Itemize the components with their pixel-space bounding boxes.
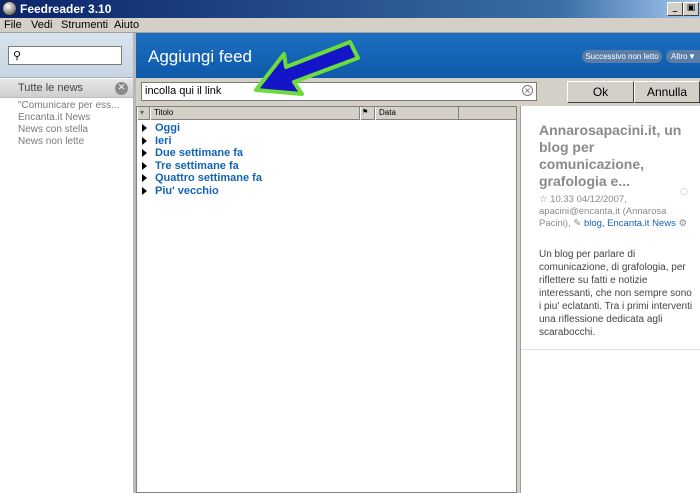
more-label: Altro: [671, 52, 688, 61]
app-window: Feedreader 3.10 _ ▣ File Vedi Strumenti …: [0, 0, 700, 493]
preview-meta: ☆ 10.33 04/12/2007, apacini@encanta.it (…: [539, 194, 694, 230]
menu-vedi[interactable]: Vedi: [31, 19, 52, 31]
title-bar: Feedreader 3.10 _ ▣: [0, 0, 700, 18]
sidebar: ⚲ Tutte le news ✕ "Comunicare per ess...…: [0, 33, 133, 493]
expand-triangle-icon[interactable]: [142, 186, 147, 195]
expand-triangle-icon[interactable]: [142, 124, 147, 132]
sidebar-item-all-news[interactable]: Tutte le news ✕: [0, 79, 133, 98]
minimize-button[interactable]: _: [667, 2, 683, 16]
page-header: Aggiungi feed Successivo non letto Altro…: [136, 33, 700, 78]
flag-column-icon[interactable]: ⚑: [360, 107, 375, 120]
feed-url-value: incolla qui il link: [145, 85, 222, 97]
preview-body: Un blog per parlare di comunicazione, di…: [539, 249, 693, 338]
star-icon[interactable]: ☆: [539, 194, 548, 205]
preview-title[interactable]: Annarosapacini.it, un blog per comunicaz…: [539, 122, 699, 190]
menu-strumenti[interactable]: Strumenti: [61, 19, 108, 31]
pencil-icon: ✎: [573, 218, 582, 229]
maximize-button[interactable]: ▣: [683, 2, 699, 16]
chevron-down-icon: ▼: [688, 52, 696, 61]
menu-file[interactable]: File: [4, 19, 22, 31]
sort-column-header[interactable]: ▾: [137, 107, 150, 120]
group-label: Piu' vecchio: [155, 184, 219, 197]
pointer-arrow-icon: [254, 40, 360, 96]
preview-tags[interactable]: blog, Encanta.it News: [584, 218, 676, 229]
more-button[interactable]: Altro ▼: [666, 50, 700, 63]
menu-aiuto[interactable]: Aiuto: [114, 19, 139, 31]
preview-time: 10.33 04/12/2007,: [550, 194, 627, 205]
expand-triangle-icon[interactable]: [142, 136, 147, 145]
expand-triangle-icon[interactable]: [142, 161, 147, 170]
cancel-button[interactable]: Annulla: [634, 81, 700, 103]
sidebar-feed-list: Tutte le news ✕ "Comunicare per ess... E…: [0, 79, 133, 148]
expand-triangle-icon[interactable]: [142, 174, 147, 182]
group-label: Quattro settimane fa: [155, 172, 262, 184]
menu-bar: File Vedi Strumenti Aiuto: [0, 18, 700, 33]
sidebar-item-feed[interactable]: Encanta.it News: [0, 112, 130, 124]
group-label: Oggi: [155, 122, 181, 134]
close-icon[interactable]: ✕: [115, 82, 128, 95]
search-icon: ⚲: [13, 49, 22, 62]
gear-icon[interactable]: ⚙: [678, 218, 687, 229]
window-title: Feedreader 3.10: [20, 2, 112, 16]
sidebar-item-unread[interactable]: News non lette: [0, 136, 130, 148]
next-unread-button[interactable]: Successivo non letto: [582, 50, 662, 63]
ok-button[interactable]: Ok: [567, 81, 634, 103]
group-label: Ieri: [155, 134, 172, 147]
group-label: Due settimane fa: [155, 147, 244, 159]
sidebar-search-input[interactable]: ⚲: [8, 46, 122, 65]
column-header-title[interactable]: Titolo: [150, 107, 360, 120]
sidebar-item-feed[interactable]: "Comunicare per ess...: [0, 100, 130, 112]
expand-triangle-icon[interactable]: [142, 149, 147, 157]
group-label: Tre settimane fa: [155, 159, 239, 172]
news-list: ▾ Titolo ⚑ Data Oggi Ieri Due settimane …: [136, 106, 517, 493]
clear-icon[interactable]: ×: [522, 85, 533, 96]
sidebar-item-label: Tutte le news: [18, 82, 84, 94]
column-header-date[interactable]: Data: [375, 107, 459, 120]
list-column-headers: ▾ Titolo ⚑ Data: [137, 107, 516, 120]
sidebar-search-area: ⚲: [0, 33, 133, 78]
app-icon: [2, 1, 17, 16]
preview-pane: Annarosapacini.it, un blog per comunicaz…: [520, 106, 700, 493]
preview-divider: [521, 349, 700, 350]
page-title: Aggiungi feed: [148, 47, 252, 66]
sidebar-item-starred[interactable]: News con stella: [0, 124, 130, 136]
add-feed-row: incolla qui il link × Ok Annulla: [136, 78, 700, 105]
